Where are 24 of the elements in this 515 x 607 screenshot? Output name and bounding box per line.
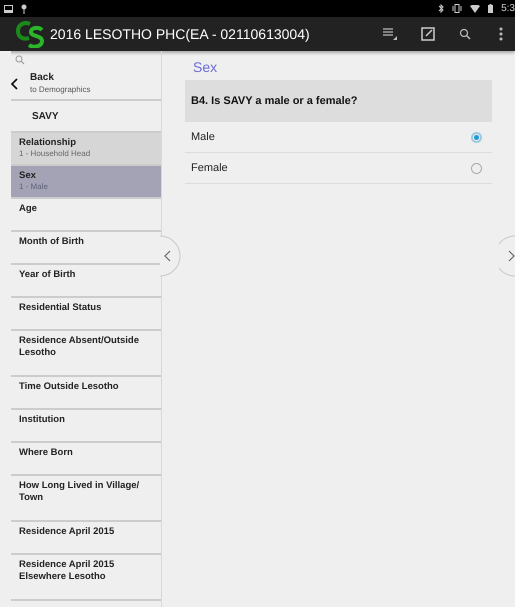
list-icon[interactable] bbox=[383, 28, 397, 40]
screenshot-icon bbox=[4, 4, 13, 12]
overflow-menu-icon[interactable] bbox=[499, 27, 503, 41]
app-logo bbox=[16, 20, 46, 48]
vibrate-icon bbox=[452, 4, 462, 13]
next-button[interactable] bbox=[499, 235, 515, 277]
question-item[interactable]: Sex 1 - Male bbox=[11, 166, 161, 199]
search-icon[interactable] bbox=[459, 28, 471, 40]
back-sublabel: to Demographics bbox=[30, 84, 90, 95]
battery-icon bbox=[488, 4, 494, 13]
question-text: B4. Is SAVY a male or a female? bbox=[191, 95, 358, 107]
answer-option[interactable]: Male bbox=[185, 122, 492, 153]
app-title: 2016 LESOTHO PHC(EA - 02110613004) bbox=[50, 24, 311, 44]
bluetooth-icon bbox=[438, 4, 444, 13]
radio-button[interactable] bbox=[471, 132, 482, 142]
radio-button[interactable] bbox=[471, 162, 482, 174]
question-title: Sex bbox=[192, 58, 218, 77]
question-item[interactable]: Relationship 1 - Household Head bbox=[11, 133, 161, 166]
wifi-icon bbox=[470, 4, 480, 12]
back-label: Back bbox=[30, 72, 55, 85]
edit-icon[interactable] bbox=[421, 27, 435, 41]
pin-icon bbox=[21, 4, 27, 14]
answer-option[interactable]: Female bbox=[185, 153, 492, 184]
clock-time: 5:3 bbox=[501, 2, 515, 16]
